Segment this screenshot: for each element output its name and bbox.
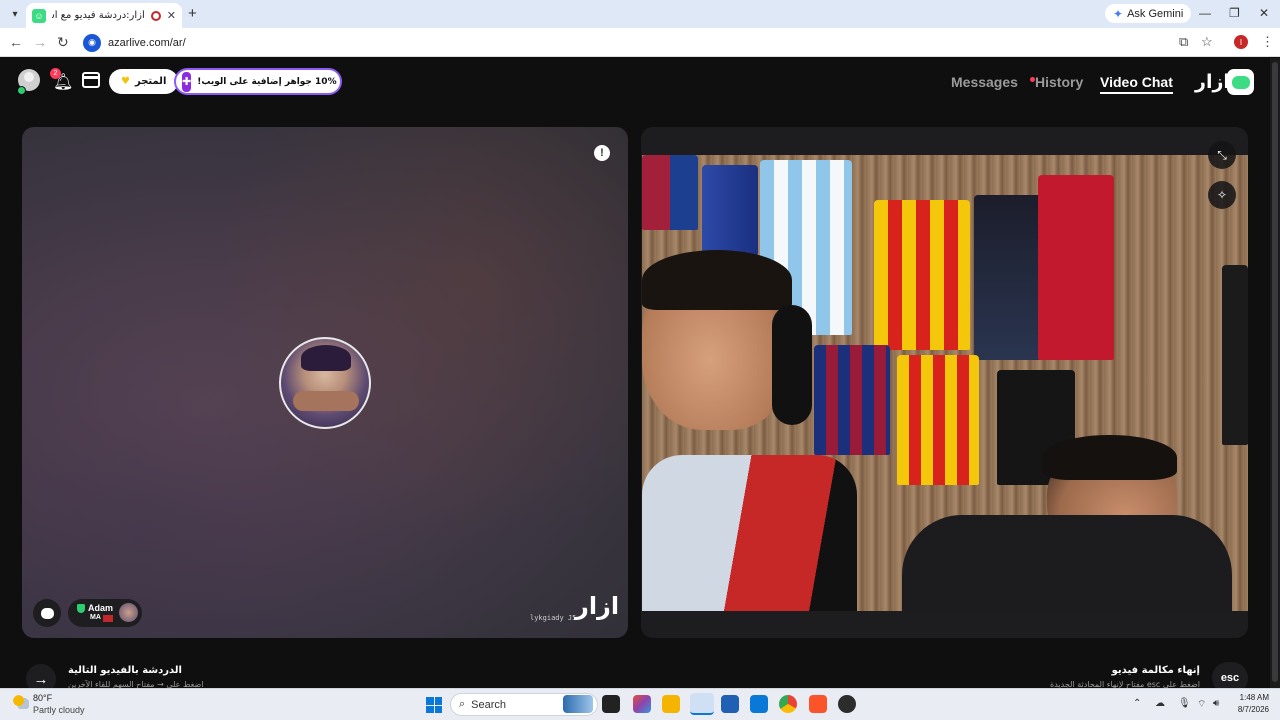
next-chat-title: الدردشة بالفيديو التالية xyxy=(68,665,182,676)
nav-video-chat[interactable]: Video Chat xyxy=(1100,74,1173,94)
weather-partly-cloudy-icon[interactable] xyxy=(13,695,29,709)
address-bar: ← → ↻ ◉ azarlive.com/ar/ ⧉ ☆ ⋮ xyxy=(0,28,1280,57)
volume-icon[interactable]: 🔊︎ xyxy=(1213,698,1219,709)
promo-label: 10% جواهر إضافية على الويب! xyxy=(197,76,337,87)
task-view-icon[interactable] xyxy=(602,695,620,713)
azar-favicon-icon: ☺ xyxy=(32,8,46,23)
fullscreen-icon[interactable]: ⤡ xyxy=(1208,141,1236,169)
watermark-id: lykgiady J5 xyxy=(530,614,577,622)
watermark-logo: ازار xyxy=(575,592,620,620)
copilot-icon[interactable] xyxy=(633,695,651,713)
edge-browser-icon[interactable] xyxy=(690,693,714,715)
tab-close-icon[interactable]: ✕ xyxy=(167,9,176,22)
store-label: المتجر xyxy=(134,76,167,87)
new-tab-button[interactable]: + xyxy=(188,5,197,22)
browser-tab-bar: ▾ ☺ أزار:دردشة فيديو مع أشخاص ✕ + ✦ Ask … xyxy=(0,0,1280,28)
self-video-panel: ⤡ ✧ xyxy=(641,127,1248,638)
app-icon[interactable] xyxy=(838,695,856,713)
peer-video-panel: ! Adam MA lykgiady J5 ازار xyxy=(22,127,628,638)
ask-gemini-button[interactable]: ✦ Ask Gemini xyxy=(1105,4,1192,23)
outlook-icon[interactable] xyxy=(750,695,768,713)
morocco-flag-icon xyxy=(103,615,113,622)
weather-description[interactable]: Partly cloudy xyxy=(33,705,85,715)
site-info-icon[interactable]: ◉ xyxy=(83,33,101,52)
nav-messages[interactable]: Messages xyxy=(951,74,1018,90)
beauty-filter-icon[interactable]: ✧ xyxy=(1208,181,1236,209)
file-explorer-icon[interactable] xyxy=(662,695,680,713)
close-window-icon[interactable]: ✕ xyxy=(1259,6,1269,20)
page-scrollbar[interactable] xyxy=(1270,58,1280,688)
network-icon[interactable]: ☁ xyxy=(1155,698,1165,709)
store-app-icon[interactable] xyxy=(721,695,739,713)
online-status-indicator xyxy=(17,86,26,95)
install-app-icon[interactable]: ⧉ xyxy=(1179,34,1188,50)
nav-history[interactable]: History xyxy=(1035,74,1083,90)
report-icon[interactable]: ! xyxy=(594,145,610,161)
store-button[interactable]: ♥ المتجر xyxy=(109,69,179,94)
weather-temperature[interactable]: 80°F xyxy=(33,693,52,703)
peer-profile-image xyxy=(279,337,371,429)
verified-shield-icon xyxy=(77,604,85,613)
self-camera-feed xyxy=(642,155,1248,611)
forward-icon[interactable]: → xyxy=(33,34,47,50)
bookmark-star-icon[interactable]: ☆ xyxy=(1201,34,1213,50)
minimize-icon[interactable]: — xyxy=(1199,6,1211,20)
browser-tab[interactable]: ☺ أزار:دردشة فيديو مع أشخاص ✕ xyxy=(26,3,182,28)
taskbar-search-label: Search xyxy=(471,698,507,711)
inbox-icon[interactable] xyxy=(82,72,100,88)
app-header: 🔔︎ 2 ♥ المتجر ✚ 10% جواهر إضافية على الو… xyxy=(0,58,1270,108)
reload-icon[interactable]: ↻ xyxy=(57,34,69,51)
browser-menu-icon[interactable]: ⋮ xyxy=(1261,34,1274,50)
peer-user-name: Adam xyxy=(88,603,114,613)
back-icon[interactable]: ← xyxy=(9,34,23,50)
widget-thumbnail-icon[interactable] xyxy=(563,695,593,713)
tab-search-icon[interactable]: ▾ xyxy=(4,3,26,25)
peer-avatar-thumbnail xyxy=(119,603,138,622)
gem-icon: ♥ xyxy=(121,76,130,87)
chat-message-icon[interactable] xyxy=(33,599,61,627)
notifications-badge: 2 xyxy=(50,68,61,79)
peer-user-chip[interactable]: Adam MA xyxy=(68,599,142,627)
clock-time[interactable]: 1:48 AM xyxy=(1225,693,1269,702)
tray-overflow-icon[interactable]: ⌃ xyxy=(1133,698,1141,709)
url-text: azarlive.com/ar/ xyxy=(108,36,186,49)
wifi-icon[interactable]: ⌔ xyxy=(1197,698,1206,711)
peer-country-code: MA xyxy=(90,614,101,621)
windows-start-icon[interactable] xyxy=(426,697,442,713)
azar-logo-text[interactable]: ازار xyxy=(1195,71,1230,93)
gemini-star-icon: ✦ xyxy=(1113,6,1124,21)
clock-date[interactable]: 8/7/2026 xyxy=(1225,705,1269,714)
azar-logo-icon[interactable] xyxy=(1227,69,1254,95)
gift-icon: ✚ xyxy=(182,71,192,92)
history-unread-dot xyxy=(1030,77,1035,82)
profile-avatar[interactable]: I xyxy=(1234,35,1248,49)
recording-icon xyxy=(150,10,161,21)
url-field[interactable]: ◉ azarlive.com/ar/ xyxy=(80,31,1220,54)
gems-promo-button[interactable]: ✚ 10% جواهر إضافية على الويب! xyxy=(174,68,342,95)
ask-gemini-label: Ask Gemini xyxy=(1127,7,1184,20)
brave-icon[interactable] xyxy=(809,695,827,713)
end-call-title: إنهاء مكالمة فيديو xyxy=(1111,665,1200,676)
microphone-icon[interactable]: 🎙︎ xyxy=(1178,698,1191,709)
chrome-icon[interactable] xyxy=(779,695,797,713)
tab-title: أزار:دردشة فيديو مع أشخاص xyxy=(52,10,145,21)
search-icon: ⌕ xyxy=(459,698,466,710)
restore-icon[interactable]: ❐ xyxy=(1229,6,1240,20)
